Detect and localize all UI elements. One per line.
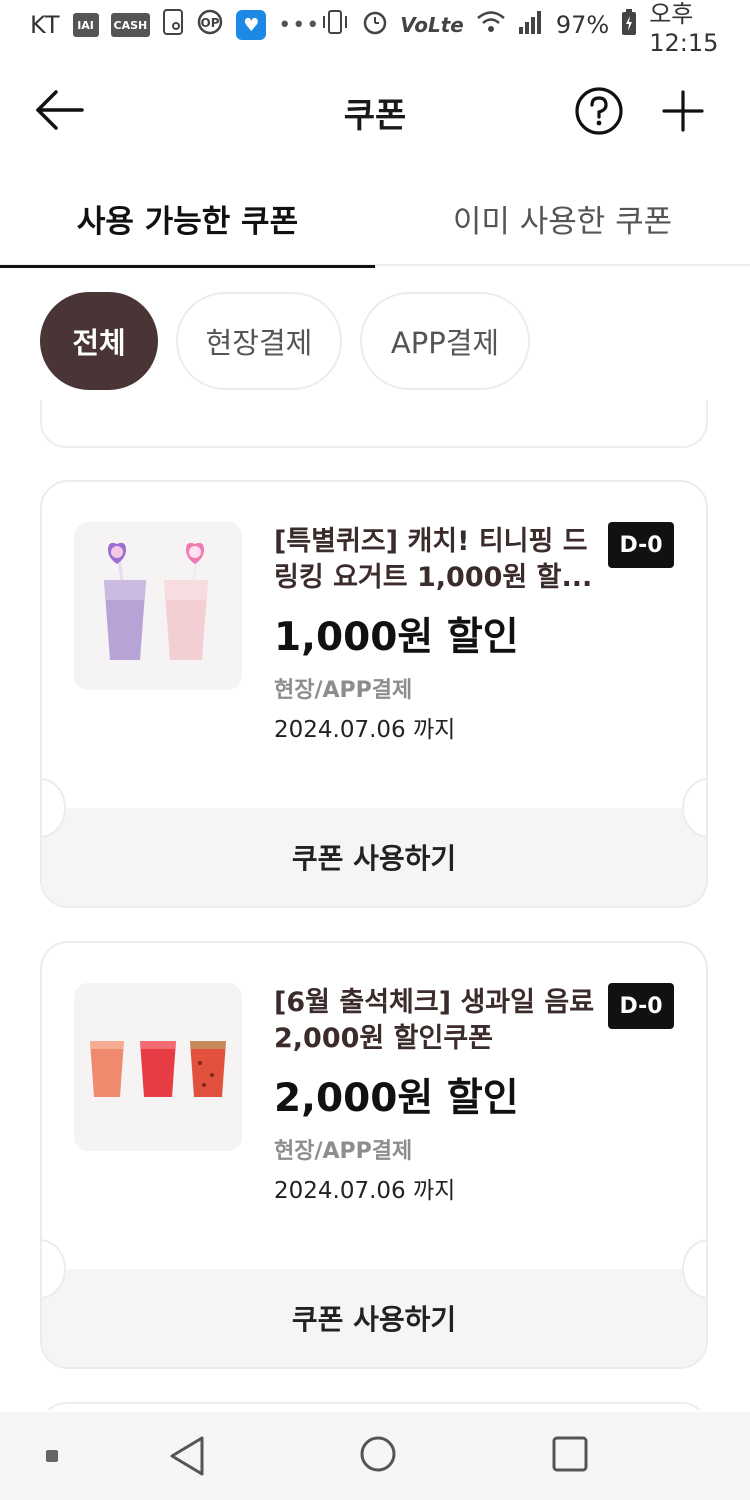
- nav-home-button[interactable]: [358, 1434, 398, 1474]
- coupon-amount: 1,000원 할인: [274, 615, 519, 660]
- coupon-tabs: 사용 가능한 쿠폰 이미 사용한 쿠폰: [0, 170, 750, 268]
- battery-percent: 97%: [555, 11, 610, 39]
- carrier-label: KT: [30, 11, 61, 39]
- coupon-expiry: 2024.07.06 까지: [274, 717, 456, 743]
- status-bar: KT IAI CASH OP ♥ ••• VoLte 97% 오후 12:15: [0, 0, 750, 57]
- coupon-card-partial: [40, 1402, 708, 1410]
- volte-icon: VoLte: [400, 13, 464, 37]
- lte-label: Lte: [427, 13, 464, 37]
- filter-onsite-chip[interactable]: 현장결제: [176, 292, 342, 390]
- status-bar-left: KT IAI CASH OP ♥ •••: [30, 8, 320, 42]
- use-coupon-button[interactable]: 쿠폰 사용하기: [42, 808, 706, 906]
- tv-icon: IAI: [72, 13, 99, 37]
- cash-icon: CASH: [110, 13, 151, 37]
- coupon-payment-type: 현장/APP결제: [274, 1139, 413, 1164]
- triangle-back-icon: [170, 1436, 204, 1476]
- dday-badge: D-0: [608, 983, 674, 1029]
- alarm-icon: [362, 8, 388, 42]
- dday-badge: D-0: [608, 522, 674, 568]
- svg-text:OP: OP: [201, 16, 220, 30]
- app-header: 쿠폰: [0, 60, 750, 160]
- coupon-expiry: 2024.07.06 까지: [274, 1178, 456, 1204]
- page-title: 쿠폰: [343, 96, 407, 136]
- coupon-list[interactable]: [특별퀴즈] 캐치! 티니핑 드링킹 요거트 1,000원 할... D-0 1…: [0, 400, 750, 1410]
- filter-chips: 전체 현장결제 APP결제: [40, 292, 530, 390]
- coupon-amount: 2,000원 할인: [274, 1076, 519, 1121]
- coupon-title: [6월 출석체크] 생과일 음료 2,000원 할인쿠폰: [274, 987, 595, 1054]
- coupon-card-partial: [40, 400, 708, 448]
- heart-app-icon: ♥: [236, 10, 267, 40]
- status-bar-right: VoLte 97% 오후 12:15: [320, 0, 722, 57]
- use-coupon-button[interactable]: 쿠폰 사용하기: [42, 1269, 706, 1367]
- circle-home-icon: [360, 1436, 396, 1472]
- help-button[interactable]: [572, 84, 626, 138]
- vibrate-icon: [320, 8, 350, 42]
- wifi-icon: [476, 9, 506, 41]
- nav-indicator-icon: [46, 1450, 58, 1462]
- coupon-image-yogurt: [74, 522, 242, 690]
- square-recents-icon: [552, 1436, 588, 1472]
- filter-all-chip[interactable]: 전체: [40, 292, 158, 390]
- system-nav-bar: [0, 1412, 750, 1500]
- coupon-card: [특별퀴즈] 캐치! 티니핑 드링킹 요거트 1,000원 할... D-0 1…: [40, 480, 708, 908]
- add-coupon-button[interactable]: [656, 84, 710, 138]
- question-circle-icon: [575, 87, 623, 135]
- status-time: 오후 12:15: [649, 0, 719, 57]
- volte-label: Vo: [400, 13, 428, 37]
- more-notifications-icon: •••: [278, 12, 321, 38]
- tab-available-coupons[interactable]: 사용 가능한 쿠폰: [0, 170, 375, 268]
- coupon-image-fruit-juice: [74, 983, 242, 1151]
- battery-charging-icon: [621, 8, 637, 42]
- filter-app-chip[interactable]: APP결제: [360, 292, 530, 390]
- signal-icon: [518, 9, 544, 41]
- op-icon: OP: [196, 8, 224, 42]
- coupon-payment-type: 현장/APP결제: [274, 678, 413, 703]
- coupon-title: [특별퀴즈] 캐치! 티니핑 드링킹 요거트 1,000원 할...: [274, 526, 593, 593]
- coupon-card: [6월 출석체크] 생과일 음료 2,000원 할인쿠폰 D-0 2,000원 …: [40, 941, 708, 1369]
- sim-card-icon: [162, 8, 184, 42]
- nav-back-button[interactable]: [166, 1434, 208, 1478]
- plus-icon: [662, 90, 704, 132]
- nav-recents-button[interactable]: [550, 1434, 590, 1474]
- tab-used-coupons[interactable]: 이미 사용한 쿠폰: [375, 170, 750, 266]
